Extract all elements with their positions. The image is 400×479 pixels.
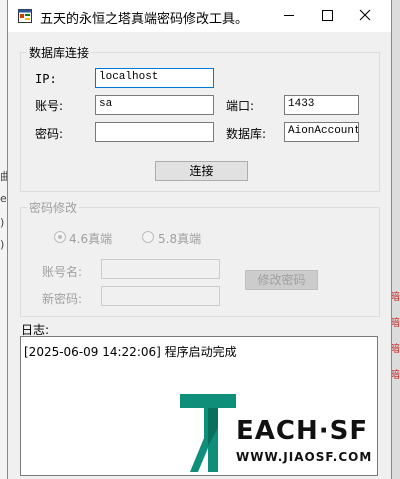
maximize-icon	[322, 10, 333, 21]
log-line: [2025-06-09 14:22:06] 程序启动完成	[24, 345, 237, 359]
radio-46[interactable]	[54, 231, 66, 243]
connect-button[interactable]: 连接	[155, 161, 248, 181]
ip-input[interactable]: localhost	[95, 68, 214, 88]
close-button[interactable]	[346, 0, 384, 30]
background-left-window: 曲 e ) )	[0, 0, 11, 479]
app-window-icon	[18, 9, 32, 23]
port-input[interactable]: 1433	[284, 95, 359, 115]
database-label: 数据库:	[226, 127, 267, 141]
modify-password-button[interactable]: 修改密码	[245, 270, 318, 290]
window-title: 五天的永恒之塔真端密码修改工具。	[40, 12, 249, 27]
minimize-icon	[284, 15, 294, 16]
user-label: 账号:	[35, 99, 64, 113]
radio-46-label: 4.6真端	[69, 232, 113, 246]
pwd-group-legend: 密码修改	[29, 201, 78, 215]
maximize-button[interactable]	[308, 0, 346, 30]
minimize-button[interactable]	[270, 0, 308, 30]
ip-label: IP:	[35, 72, 57, 86]
watermark-url: WWW.JIAOSF.COM	[236, 450, 373, 464]
background-fragment: e	[0, 192, 7, 205]
background-fragment: )	[0, 216, 5, 229]
port-label: 端口:	[226, 99, 255, 113]
new-password-label: 新密码:	[42, 292, 83, 306]
user-input[interactable]: sa	[95, 95, 214, 115]
new-password-input[interactable]	[101, 286, 220, 306]
title-bar[interactable]: 五天的永恒之塔真端密码修改工具。	[8, 0, 391, 32]
account-name-label: 账号名:	[42, 265, 83, 279]
close-icon	[359, 9, 371, 21]
teach-logo-icon	[180, 394, 236, 472]
radio-58[interactable]	[142, 231, 154, 243]
watermark: EACH·SF WWW.JIAOSF.COM	[178, 388, 391, 478]
password-input[interactable]	[95, 122, 214, 142]
radio-58-label: 5.8真端	[158, 232, 202, 246]
background-fragment: )	[0, 238, 5, 251]
account-name-input[interactable]	[101, 259, 220, 279]
database-input[interactable]: AionAccount	[284, 122, 359, 142]
password-label: 密码:	[35, 127, 64, 141]
watermark-brand: EACH·SF	[236, 416, 369, 446]
main-window: 五天的永恒之塔真端密码修改工具。 数据库连接 IP: localhost 账号:…	[7, 0, 392, 479]
db-group-legend: 数据库连接	[29, 46, 90, 60]
